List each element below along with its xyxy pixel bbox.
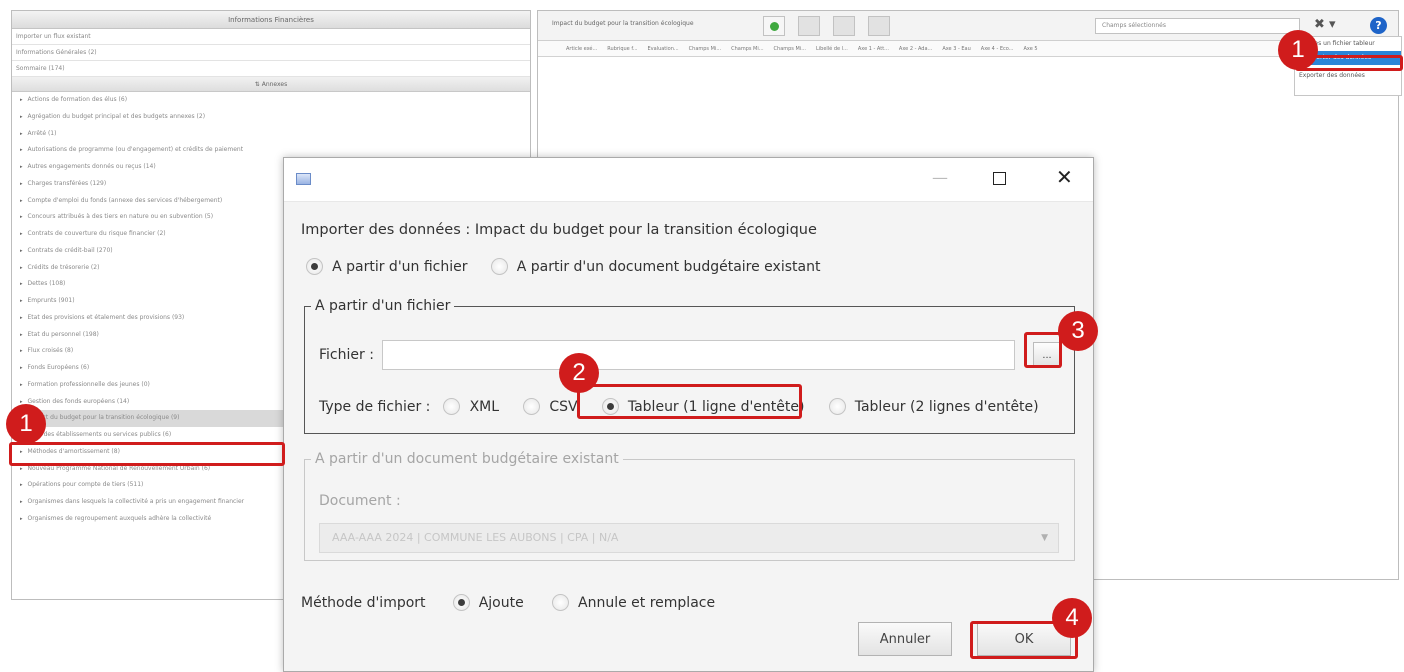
grid-title: Impact du budget pour la transition écol…	[552, 20, 694, 27]
annex-list-item[interactable]: Actions de formation des élus (6)	[12, 92, 530, 109]
xml-label[interactable]: XML	[470, 399, 499, 415]
summary-row[interactable]: Sommaire (174)	[12, 61, 530, 77]
import-method-label: Méthode d'import	[301, 594, 426, 611]
chevron-down-icon: ▼	[1041, 533, 1048, 543]
grid-column-header[interactable]: Axe 2 - Ada...	[899, 41, 932, 56]
dialog-heading: Importer des données : Impact du budget …	[301, 222, 817, 238]
tools-menu-icon[interactable]: ✖ ▾	[1314, 17, 1336, 32]
panel-title: Informations Financières	[12, 11, 530, 29]
csv-label[interactable]: CSV	[549, 399, 577, 415]
grid-column-header[interactable]: Article exé...	[566, 41, 597, 56]
document-section: A partir d'un document budgétaire exista…	[304, 451, 1075, 561]
highlight-spreadsheet-type	[577, 384, 802, 419]
help-icon[interactable]: ?	[1370, 17, 1387, 34]
grid-column-header[interactable]: Champs Mi...	[731, 41, 763, 56]
xml-radio[interactable]	[443, 398, 461, 415]
selected-fields-select[interactable]: Champs sélectionnés	[1095, 18, 1300, 34]
file-label: Fichier :	[319, 347, 374, 363]
replace-label[interactable]: Annule et remplace	[578, 595, 715, 611]
annexes-header-label: Annexes	[261, 81, 288, 88]
replace-radio[interactable]	[551, 594, 569, 611]
file-section-legend: A partir d'un fichier	[315, 298, 451, 314]
from-document-label[interactable]: A partir d'un document budgétaire exista…	[517, 259, 821, 275]
grid-column-header[interactable]: Axe 3 - Eau	[942, 41, 970, 56]
step-4-badge: 4	[1052, 598, 1092, 638]
minimize-icon[interactable]: —	[932, 168, 948, 187]
step-1-badge-left: 1	[6, 404, 46, 444]
file-type-label: Type de fichier :	[319, 398, 431, 415]
spreadsheet-2-header-label[interactable]: Tableur (2 lignes d'entête)	[855, 399, 1039, 415]
import-existing-flow-row[interactable]: Importer un flux existant	[12, 29, 530, 45]
step-3-badge: 3	[1058, 311, 1098, 351]
annex-list-item[interactable]: Arrêté (1)	[12, 126, 530, 143]
csv-radio[interactable]	[523, 398, 541, 415]
annexes-header[interactable]: ⇅ Annexes	[12, 77, 530, 92]
document-section-legend: A partir d'un document budgétaire exista…	[315, 451, 619, 467]
import-method-row: Méthode d'import Ajoute Annule et rempla…	[301, 592, 715, 611]
grid-column-header[interactable]: Libellé de l...	[816, 41, 848, 56]
file-path-input[interactable]	[382, 340, 1015, 370]
grid-column-headers: Article exé... Rubrique f... Evaluation...…	[538, 41, 1398, 57]
step-1-badge-right: 1	[1278, 30, 1318, 70]
grid-column-header[interactable]: Axe 1 - Att...	[858, 41, 889, 56]
close-icon[interactable]: ✕	[1056, 165, 1073, 189]
add-row-button[interactable]	[763, 16, 785, 36]
cancel-button[interactable]: Annuler	[858, 622, 952, 656]
grid-column-header[interactable]: Evaluation...	[648, 41, 679, 56]
app-icon	[296, 173, 311, 185]
document-select: AAA-AAA 2024 | COMMUNE LES AUBONS | CPA …	[319, 523, 1059, 553]
from-file-radio[interactable]	[306, 258, 323, 275]
menu-item-export-data[interactable]: Exporter des données	[1295, 69, 1401, 83]
grid-column-header[interactable]: Champs Mi...	[774, 41, 806, 56]
maximize-icon[interactable]	[993, 172, 1006, 185]
grid-column-header[interactable]: Champs Mi...	[689, 41, 721, 56]
document-select-value: AAA-AAA 2024 | COMMUNE LES AUBONS | CPA …	[332, 531, 619, 544]
toolbar-button-3[interactable]	[833, 16, 855, 36]
source-options: A partir d'un fichier A partir d'un docu…	[306, 256, 820, 275]
append-label[interactable]: Ajoute	[479, 595, 524, 611]
spreadsheet-2-header-radio[interactable]	[828, 398, 846, 415]
document-label: Document :	[319, 493, 401, 509]
toolbar-button-4[interactable]	[868, 16, 890, 36]
grid-column-header[interactable]: Rubrique f...	[607, 41, 637, 56]
dialog-titlebar: — ✕	[284, 158, 1093, 202]
append-radio[interactable]	[452, 594, 470, 611]
grid-column-header[interactable]: Axe 5	[1023, 41, 1037, 56]
grid-column-header[interactable]: Axe 4 - Eco...	[981, 41, 1014, 56]
from-file-label[interactable]: A partir d'un fichier	[332, 259, 467, 275]
general-info-row[interactable]: Informations Générales (2)	[12, 45, 530, 61]
annex-list-item[interactable]: Agrégation du budget principal et des bu…	[12, 109, 530, 126]
toolbar-button-2[interactable]	[798, 16, 820, 36]
grid-toolbar: Impact du budget pour la transition écol…	[538, 11, 1398, 41]
from-document-radio[interactable]	[490, 258, 508, 275]
highlight-selected-annex	[9, 442, 285, 466]
highlight-browse-button	[1024, 332, 1062, 368]
step-2-badge: 2	[559, 353, 599, 393]
collapse-icon: ⇅	[254, 81, 262, 88]
